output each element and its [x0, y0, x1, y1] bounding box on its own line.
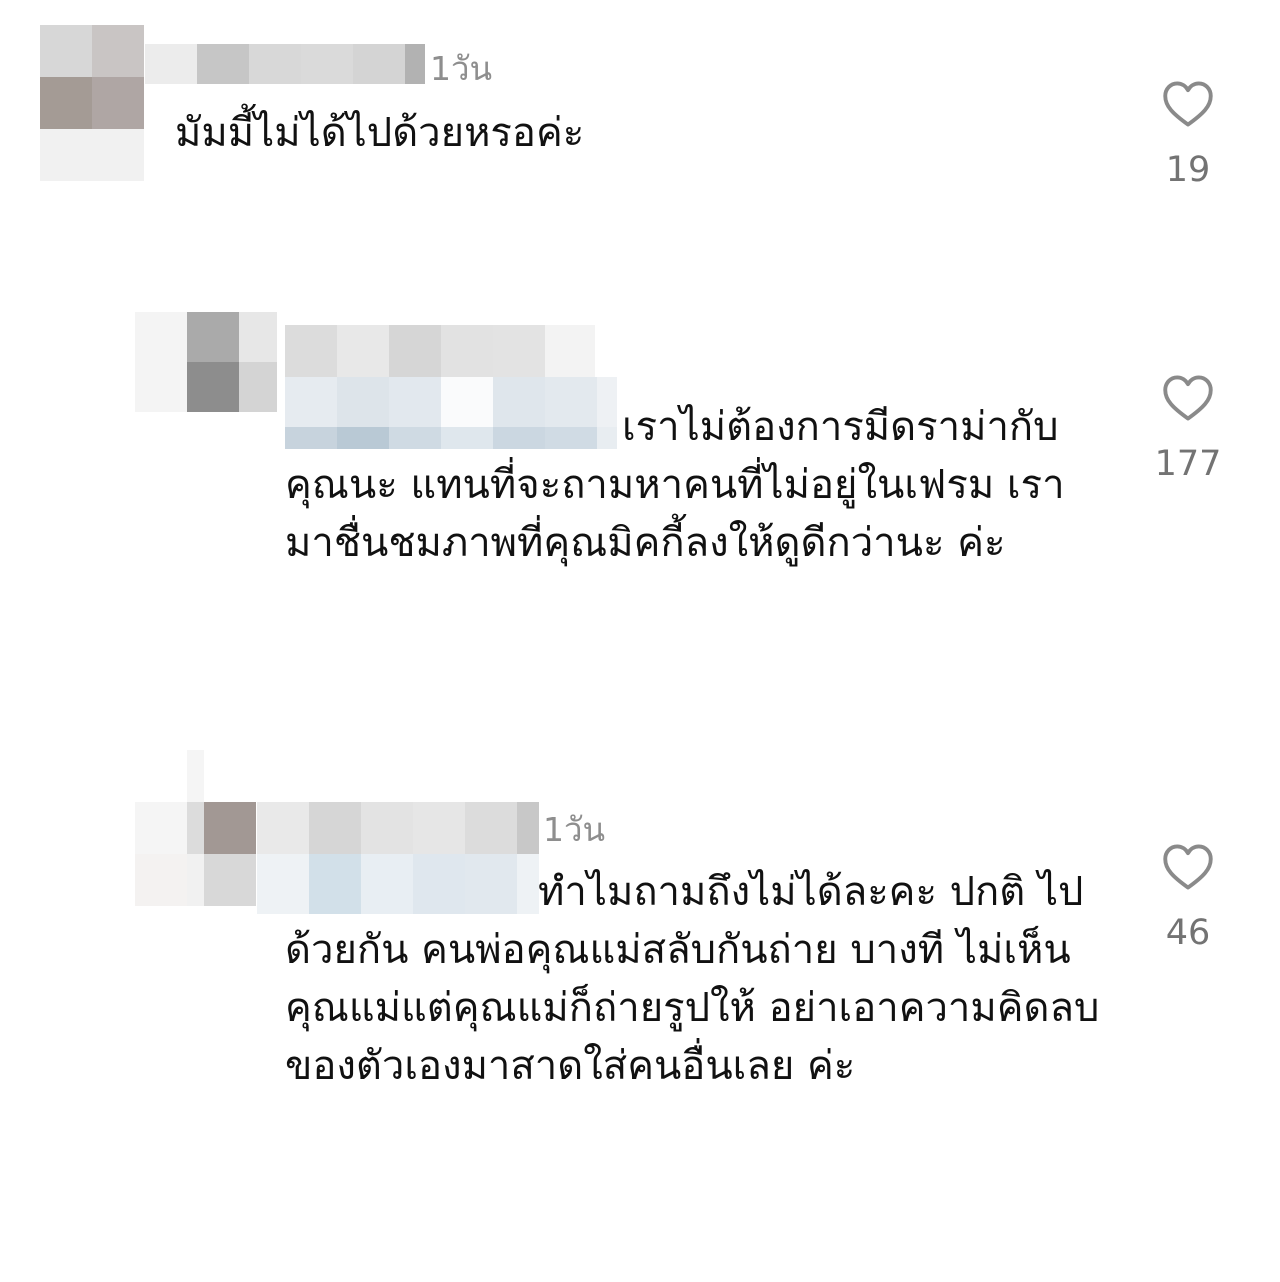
heart-outline-icon[interactable] — [1162, 80, 1214, 128]
comment-text: เราไม่ต้องการมีดราม่ากับ คุณนะ แทนที่จะถ… — [285, 398, 1105, 572]
comment-timestamp: 1วัน — [430, 49, 493, 88]
avatar[interactable] — [135, 312, 277, 412]
comment-timestamp: 1วัน — [543, 810, 606, 849]
username[interactable] — [257, 802, 539, 854]
avatar[interactable] — [40, 25, 144, 181]
like-count: 177 — [1154, 444, 1222, 484]
like-button[interactable]: 177 — [1148, 374, 1228, 484]
comment-text-content: เราไม่ต้องการมีดราม่ากับ คุณนะ แทนที่จะถ… — [285, 404, 1065, 566]
like-button[interactable]: 19 — [1148, 80, 1228, 190]
heart-outline-icon[interactable] — [1162, 374, 1214, 422]
heart-outline-icon[interactable] — [1162, 843, 1214, 891]
like-button[interactable]: 46 — [1148, 843, 1228, 953]
comment-text: ทำไมถามถึงไม่ได้ละคะ ปกติ ไปด้วยกัน คนพ่… — [285, 863, 1105, 1095]
like-count: 19 — [1165, 150, 1211, 190]
avatar[interactable] — [135, 750, 256, 906]
username[interactable] — [145, 44, 425, 84]
comment-text: มัมมี้ไม่ได้ไปด้วยหรอค่ะ — [175, 110, 585, 156]
comment-text-content: ทำไมถามถึงไม่ได้ละคะ ปกติ ไปด้วยกัน คนพ่… — [285, 869, 1100, 1089]
username[interactable] — [285, 325, 595, 377]
like-count: 46 — [1165, 913, 1211, 953]
